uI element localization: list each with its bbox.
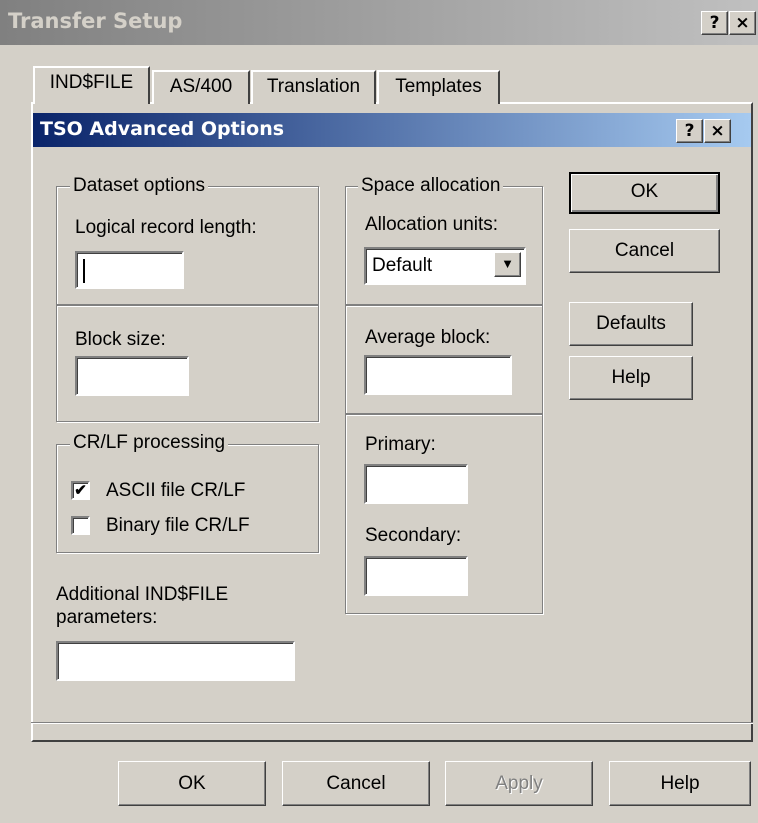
tab-translation[interactable]: Translation [251,70,376,104]
logical-record-length-label: Logical record length: [75,217,257,238]
dialog-help-text-button[interactable]: Help [569,356,693,400]
secondary-label: Secondary: [365,525,462,546]
block-size-input[interactable] [75,356,189,396]
apply-button[interactable]: Apply [445,761,593,806]
tab-as400[interactable]: AS/400 [152,70,250,104]
additional-params-input[interactable] [56,641,295,681]
allocation-units-label: Allocation units: [365,214,499,235]
additional-params-label-line1: Additional IND$FILE [56,584,229,605]
tab-ind-file[interactable]: IND$FILE [33,66,150,104]
outer-help-button[interactable]: ? [701,11,728,35]
dialog-help-button[interactable]: ? [676,119,703,143]
primary-label: Primary: [365,434,436,455]
ok-button[interactable]: OK [118,761,266,806]
outer-close-button[interactable]: × [729,11,756,35]
dialog-close-button[interactable]: × [704,119,731,143]
binary-crlf-label[interactable]: Binary file CR/LF [106,515,250,537]
ascii-crlf-label[interactable]: ASCII file CR/LF [106,480,245,502]
separator-line [31,722,753,724]
cancel-button[interactable]: Cancel [282,761,430,806]
text-caret [83,259,85,283]
block-size-label: Block size: [75,329,166,350]
dataset-options-legend: Dataset options [70,175,209,197]
primary-input[interactable] [364,464,468,504]
crlf-legend: CR/LF processing [70,432,229,454]
dialog-cancel-button[interactable]: Cancel [569,229,720,273]
allocation-units-value: Default [372,255,433,276]
space-allocation-group [345,186,543,305]
allocation-units-dropdown[interactable]: Default ▼ [364,247,526,285]
ascii-crlf-checkbox[interactable]: ✔ [71,481,90,500]
average-block-input[interactable] [364,355,512,395]
defaults-button[interactable]: Defaults [569,302,693,346]
help-button[interactable]: Help [609,761,751,806]
dropdown-arrow-icon[interactable]: ▼ [494,252,521,277]
binary-crlf-checkbox[interactable] [71,516,90,535]
dialog-ok-button[interactable]: OK [569,172,720,214]
space-allocation-legend: Space allocation [358,175,504,197]
logical-record-length-input[interactable] [75,251,184,289]
average-block-label: Average block: [365,327,491,348]
secondary-input[interactable] [364,556,468,596]
outer-window-title: Transfer Setup [8,9,183,33]
dialog-title: TSO Advanced Options [40,118,285,140]
additional-params-label-line2: parameters: [56,607,158,628]
tab-templates[interactable]: Templates [377,70,500,104]
